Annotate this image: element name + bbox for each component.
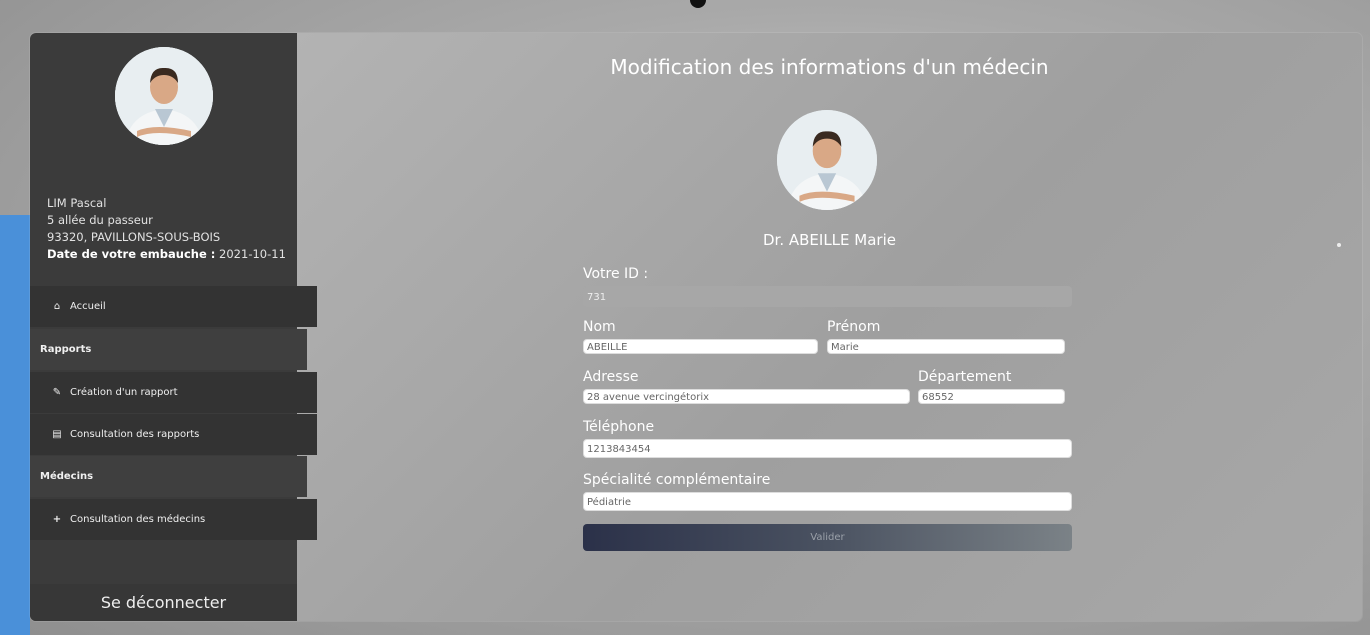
nom-label: Nom [583,319,616,335]
nom-field[interactable]: ABEILLE [583,339,818,354]
prenom-field[interactable]: Marie [827,339,1065,354]
hire-date-value: 2021-10-11 [219,247,286,261]
background-accent-strip [0,215,30,635]
doctor-name: Dr. ABEILLE Marie [763,231,896,249]
sidebar-section-rapports: Rapports [30,329,307,370]
specialite-label: Spécialité complémentaire [583,472,771,488]
logout-button[interactable]: Se déconnecter [30,584,297,621]
telephone-label: Téléphone [583,419,655,435]
sidebar-item-label: Accueil [70,301,106,312]
section-label: Médecins [40,471,94,482]
sidebar-section-medecins: Médecins [30,456,307,497]
prenom-label: Prénom [827,319,881,335]
doctor-avatar [777,110,877,210]
specialite-field[interactable]: Pédiatrie [583,492,1072,511]
adresse-label: Adresse [583,369,639,385]
telephone-field[interactable]: 1213843454 [583,439,1072,458]
report-create-icon: ✎ [52,387,62,398]
page-title: Modification des informations d'un médec… [610,55,1049,79]
sidebar-item-consultation-rapports[interactable]: ▤ Consultation des rapports [30,414,317,455]
sidebar-item-label: Création d'un rapport [70,387,178,398]
sidebar-item-label: Consultation des rapports [70,429,200,440]
book-icon: ▤ [52,429,62,440]
user-avatar [115,47,213,145]
id-field: 731 [583,286,1072,307]
user-info: LIM Pascal 5 allée du passeur 93320, PAV… [47,195,286,263]
id-label: Votre ID : [583,266,649,282]
plus-icon: + [52,514,62,525]
sidebar-item-creation-rapport[interactable]: ✎ Création d'un rapport [30,372,317,413]
hire-date-label: Date de votre embauche : [47,247,216,261]
section-label: Rapports [40,344,92,355]
user-city: 93320, PAVILLONS-SOUS-BOIS [47,230,221,244]
departement-label: Département [918,369,1012,385]
hire-date-line: Date de votre embauche : 2021-10-11 [47,246,286,263]
user-name: LIM Pascal [47,196,107,210]
departement-field[interactable]: 68552 [918,389,1065,404]
valider-button[interactable]: Valider [583,524,1072,551]
sidebar: LIM Pascal 5 allée du passeur 93320, PAV… [30,33,317,621]
app-window: LIM Pascal 5 allée du passeur 93320, PAV… [30,33,1362,621]
sidebar-item-label: Consultation des médecins [70,514,206,525]
sidebar-item-consultation-medecins[interactable]: + Consultation des médecins [30,499,317,540]
user-address: 5 allée du passeur [47,213,153,227]
sidebar-item-accueil[interactable]: ⌂ Accueil [30,286,317,327]
home-icon: ⌂ [53,301,61,312]
adresse-field[interactable]: 28 avenue vercingétorix [583,389,910,404]
decorative-mark [690,0,706,8]
main-content: Modification des informations d'un médec… [297,33,1362,621]
